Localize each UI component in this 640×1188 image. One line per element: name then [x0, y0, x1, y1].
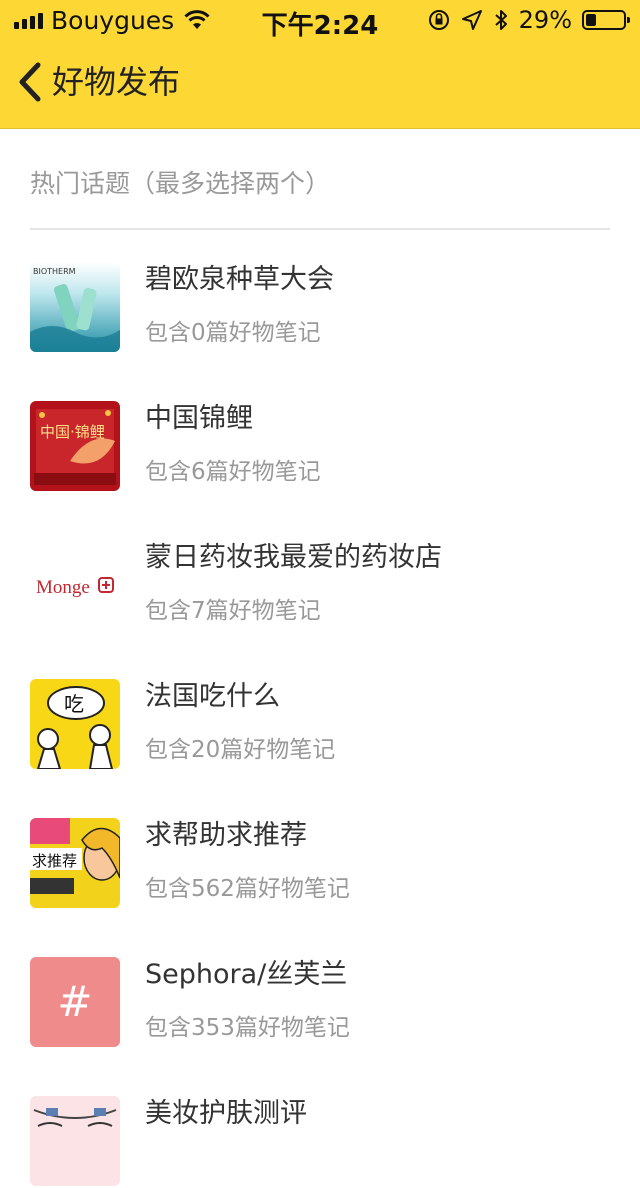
topic-item[interactable]: 求推荐 求帮助求推荐 包含562篇好物笔记: [0, 818, 640, 910]
thumb-caption: 中国·锦鲤: [40, 423, 105, 441]
back-chevron-icon[interactable]: [12, 60, 48, 104]
status-bar: Bouygues 下午2:24 29%: [0, 0, 640, 41]
topic-name: 中国锦鲤: [145, 403, 253, 434]
hash-symbol: #: [57, 977, 93, 1026]
topic-name: 求帮助求推荐: [145, 820, 307, 851]
battery-percent: 29%: [518, 6, 572, 34]
hash-icon: #: [30, 957, 120, 1047]
rotation-lock-icon: [428, 10, 449, 30]
topic-item[interactable]: 吃 法国吃什么 包含20篇好物笔记: [0, 679, 640, 771]
section-title: 热门话题（最多选择两个）: [30, 169, 331, 198]
topic-thumbnail: 吃: [30, 679, 120, 769]
battery-icon: [582, 10, 630, 30]
thumb-caption: BIOTHERM: [33, 267, 76, 276]
top-bar: Bouygues 下午2:24 29% 好物发布: [0, 0, 640, 129]
thumb-caption: 吃: [64, 692, 84, 716]
status-icons: 29%: [427, 6, 630, 34]
topic-name: 法国吃什么: [145, 681, 280, 712]
topic-name: Sephora/丝芙兰: [145, 959, 348, 990]
topic-thumbnail: 中国·锦鲤: [30, 401, 120, 491]
topic-thumbnail: 求推荐: [30, 818, 120, 908]
thumb-caption: Monge: [36, 577, 90, 598]
location-icon: [461, 10, 482, 30]
nav-bar: 好物发布: [0, 40, 640, 128]
topic-count: 包含562篇好物笔记: [145, 876, 350, 902]
topic-item[interactable]: BIOTHERM 碧欧泉种草大会 包含0篇好物笔记: [0, 262, 640, 354]
topic-thumbnail: [30, 1096, 120, 1186]
topic-item[interactable]: 美妆护肤测评: [0, 1096, 640, 1188]
topic-thumbnail: Monge: [30, 540, 120, 630]
topic-item[interactable]: 中国·锦鲤 中国锦鲤 包含6篇好物笔记: [0, 401, 640, 493]
bluetooth-icon: [494, 10, 507, 30]
topic-name: 碧欧泉种草大会: [145, 264, 334, 295]
page-title: 好物发布: [52, 63, 181, 101]
thumb-caption: 求推荐: [32, 852, 77, 870]
topic-count: 包含7篇好物笔记: [145, 598, 321, 624]
topic-thumbnail: BIOTHERM: [30, 262, 120, 352]
topic-count: 包含20篇好物笔记: [145, 737, 336, 763]
topic-item[interactable]: # Sephora/丝芙兰 包含353篇好物笔记: [0, 957, 640, 1049]
topic-count: 包含6篇好物笔记: [145, 459, 321, 485]
divider: [30, 228, 610, 230]
topic-name: 美妆护肤测评: [145, 1098, 307, 1129]
topic-item[interactable]: Monge 蒙日药妆我最爱的药妆店 包含7篇好物笔记: [0, 540, 640, 632]
topic-count: 包含353篇好物笔记: [145, 1015, 350, 1041]
topic-count: 包含0篇好物笔记: [145, 320, 321, 346]
topic-name: 蒙日药妆我最爱的药妆店: [145, 542, 442, 573]
